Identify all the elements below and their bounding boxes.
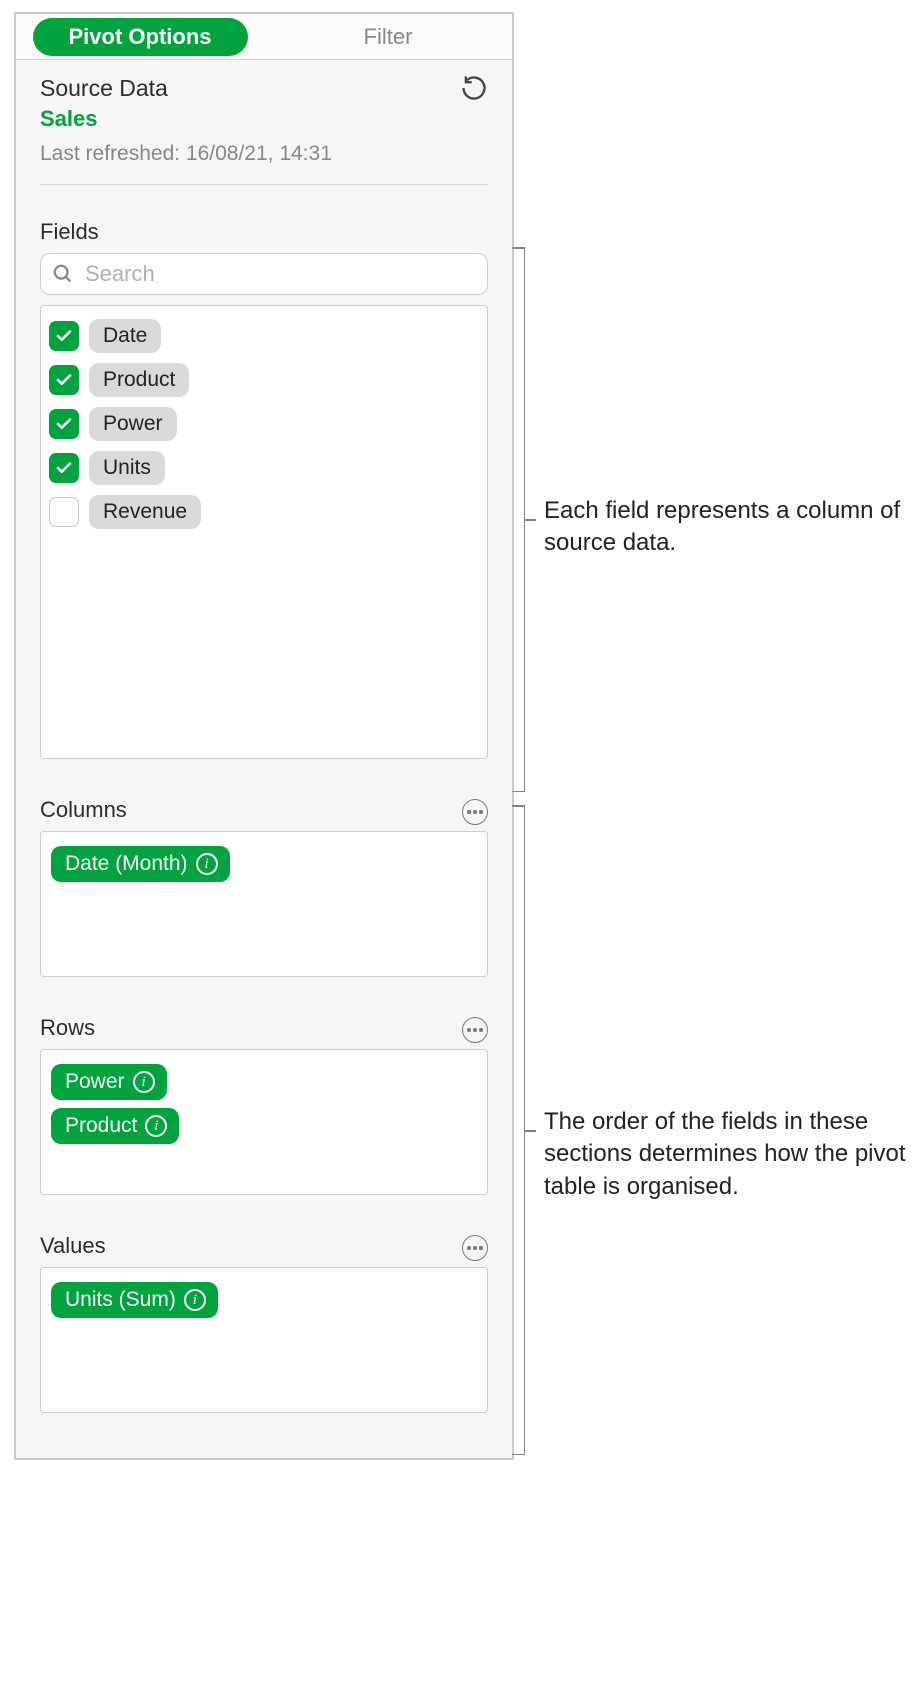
tab-label: Filter	[364, 24, 413, 50]
field-row: Date	[49, 314, 479, 358]
field-chip[interactable]: Product	[89, 363, 189, 397]
check-icon	[55, 459, 73, 477]
field-chip[interactable]: Power	[89, 407, 177, 441]
zone-chip-label: Date (Month)	[65, 852, 188, 876]
last-refreshed-text: Last refreshed: 16/08/21, 14:31	[16, 132, 512, 184]
check-icon	[55, 327, 73, 345]
field-checkbox[interactable]	[49, 453, 79, 483]
field-chip[interactable]: Revenue	[89, 495, 201, 529]
values-heading: Values	[40, 1211, 106, 1267]
field-checkbox[interactable]	[49, 365, 79, 395]
callout-tick-zones	[524, 1130, 536, 1132]
field-checkbox[interactable]	[49, 409, 79, 439]
columns-heading: Columns	[40, 775, 127, 831]
info-icon[interactable]: i	[184, 1289, 206, 1311]
tab-pivot-options[interactable]: Pivot Options	[16, 14, 264, 59]
values-drop-zone[interactable]: Units (Sum) i	[40, 1267, 488, 1413]
rows-drop-zone[interactable]: Poweri Product i	[40, 1049, 488, 1195]
fields-list: Date Product Power Units Revenue	[40, 305, 488, 759]
zone-chip[interactable]: Units (Sum) i	[51, 1282, 218, 1318]
field-chip[interactable]: Date	[89, 319, 161, 353]
columns-drop-zone[interactable]: Date (Month) i	[40, 831, 488, 977]
rows-more-button[interactable]	[462, 1017, 488, 1043]
field-row: Product	[49, 358, 479, 402]
callout-fields: Each field represents a column of source…	[544, 495, 914, 560]
source-data-name: Sales	[16, 102, 512, 132]
zone-chip[interactable]: Product i	[51, 1108, 179, 1144]
fields-heading: Fields	[40, 197, 488, 253]
tab-filter[interactable]: Filter	[264, 14, 512, 59]
values-more-button[interactable]	[462, 1235, 488, 1261]
fields-search-input[interactable]	[40, 253, 488, 295]
info-icon[interactable]: i	[196, 853, 218, 875]
refresh-button[interactable]	[460, 74, 488, 102]
panel-tabs: Pivot Options Filter	[16, 14, 512, 60]
zone-chip[interactable]: Date (Month) i	[51, 846, 230, 882]
check-icon	[55, 371, 73, 389]
callout-tick-fields	[524, 519, 536, 521]
zone-chip-label: Product	[65, 1114, 137, 1138]
source-data-title: Source Data	[40, 75, 168, 102]
zone-chip-label: Power	[65, 1070, 125, 1094]
columns-more-button[interactable]	[462, 799, 488, 825]
callout-zones: The order of the fields in these section…	[544, 1106, 914, 1203]
zone-chip[interactable]: Poweri	[51, 1064, 167, 1100]
tab-label: Pivot Options	[33, 18, 248, 56]
field-row: Units	[49, 446, 479, 490]
pivot-options-panel: Pivot Options Filter Source Data Sales L…	[14, 12, 514, 1460]
field-row: Revenue	[49, 490, 479, 534]
rows-heading: Rows	[40, 993, 95, 1049]
field-chip[interactable]: Units	[89, 451, 165, 485]
check-icon	[55, 415, 73, 433]
field-row: Power	[49, 402, 479, 446]
field-checkbox[interactable]	[49, 497, 79, 527]
info-icon[interactable]: i	[145, 1115, 167, 1137]
zone-chip-label: Units (Sum)	[65, 1288, 176, 1312]
field-checkbox[interactable]	[49, 321, 79, 351]
refresh-icon	[460, 74, 488, 102]
info-icon[interactable]: i	[133, 1071, 155, 1093]
search-icon	[52, 263, 74, 285]
